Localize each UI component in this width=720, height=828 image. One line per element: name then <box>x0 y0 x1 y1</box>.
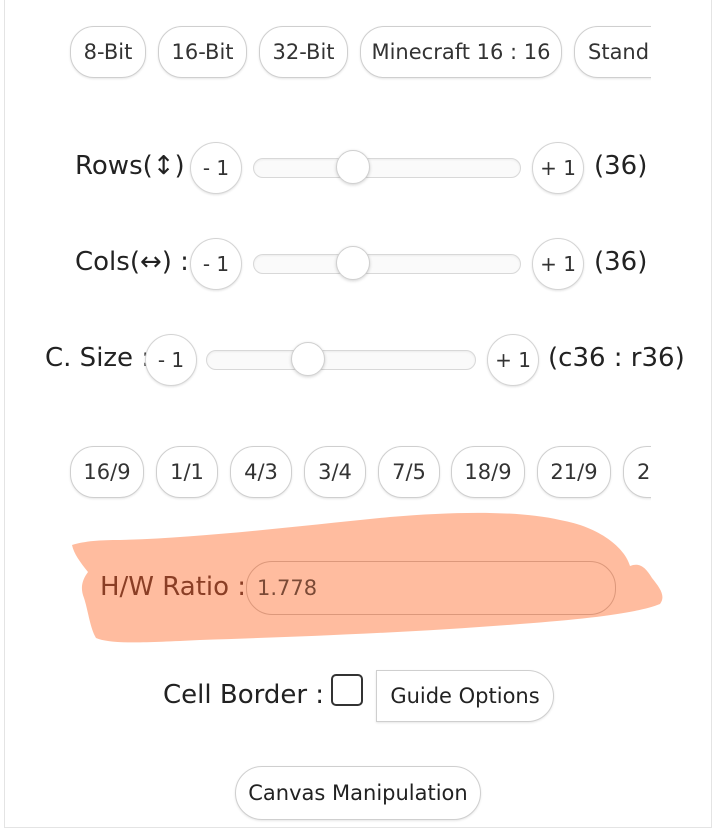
ratio-21-9-button[interactable]: 21/9 <box>537 446 611 498</box>
cols-plus-button[interactable]: + 1 <box>532 238 584 290</box>
preset-buttons-row[interactable]: 8-Bit 16-Bit 32-Bit Minecraft 16 : 16 St… <box>0 16 651 86</box>
rows-slider-thumb[interactable] <box>336 150 370 184</box>
cols-count: (36) <box>594 247 648 277</box>
ratio-16-9-button[interactable]: 16/9 <box>70 446 144 498</box>
cols-slider-thumb[interactable] <box>336 246 370 280</box>
ratio-label: 16/9 <box>83 459 131 484</box>
cell-size-minus-label: - 1 <box>157 348 185 372</box>
ratio-label: 2 <box>637 459 651 484</box>
rows-slider[interactable] <box>253 150 521 184</box>
preset-8bit-button[interactable]: 8-Bit <box>70 26 146 78</box>
ratio-label: 1/1 <box>170 459 204 484</box>
cell-size-plus-label: + 1 <box>495 348 531 372</box>
rows-minus-label: - 1 <box>202 156 230 180</box>
cell-size-plus-button[interactable]: + 1 <box>487 334 539 386</box>
ratio-1-1-button[interactable]: 1/1 <box>156 446 218 498</box>
rows-label: Rows(↕) : <box>75 151 202 181</box>
preset-standard-button[interactable]: Stand <box>574 26 651 78</box>
ratio-more-button[interactable]: 2 <box>623 446 651 498</box>
cols-minus-button[interactable]: - 1 <box>190 238 242 290</box>
preset-16bit-button[interactable]: 16-Bit <box>158 26 247 78</box>
cell-size-minus-button[interactable]: - 1 <box>145 334 197 386</box>
cell-size-label: C. Size : <box>45 343 151 373</box>
aspect-ratio-buttons-row[interactable]: 16/9 1/1 4/3 3/4 7/5 18/9 21/9 2 <box>0 436 651 506</box>
cell-size-count: (c36 : r36) <box>548 343 685 373</box>
guide-options-button[interactable]: Guide Options <box>376 670 554 722</box>
rows-plus-label: + 1 <box>540 156 576 180</box>
preset-minecraft-button[interactable]: Minecraft 16 : 16 <box>360 26 562 78</box>
ratio-4-3-button[interactable]: 4/3 <box>230 446 292 498</box>
canvas-manipulation-label: Canvas Manipulation <box>248 781 468 805</box>
ratio-label: 18/9 <box>464 459 512 484</box>
canvas-manipulation-button[interactable]: Canvas Manipulation <box>235 766 481 820</box>
rows-minus-button[interactable]: - 1 <box>190 142 242 194</box>
cols-plus-label: + 1 <box>540 252 576 276</box>
guide-options-label: Guide Options <box>390 684 540 708</box>
preset-32bit-button[interactable]: 32-Bit <box>259 26 348 78</box>
cell-size-slider[interactable] <box>206 342 476 376</box>
cols-minus-label: - 1 <box>202 252 230 276</box>
ratio-label: 4/3 <box>244 459 278 484</box>
ratio-label: 21/9 <box>550 459 598 484</box>
rows-plus-button[interactable]: + 1 <box>532 142 584 194</box>
ratio-18-9-button[interactable]: 18/9 <box>451 446 525 498</box>
cell-border-checkbox[interactable] <box>331 674 363 706</box>
ratio-3-4-button[interactable]: 3/4 <box>304 446 366 498</box>
ratio-7-5-button[interactable]: 7/5 <box>378 446 440 498</box>
cell-border-label: Cell Border : <box>163 680 325 710</box>
preset-label: Stand <box>588 39 650 64</box>
cols-label: Cols(↔) : <box>75 247 189 277</box>
preset-label: 16-Bit <box>171 39 234 64</box>
preset-label: Minecraft 16 : 16 <box>371 39 551 64</box>
rows-count: (36) <box>594 151 648 181</box>
hw-ratio-input[interactable]: 1.778 <box>246 561 616 615</box>
hw-ratio-value: 1.778 <box>257 576 318 600</box>
ratio-label: 3/4 <box>318 459 352 484</box>
preset-label: 8-Bit <box>83 39 133 64</box>
cols-slider[interactable] <box>253 246 521 280</box>
hw-ratio-label: H/W Ratio : <box>100 572 247 602</box>
ratio-label: 7/5 <box>392 459 426 484</box>
preset-label: 32-Bit <box>272 39 335 64</box>
cell-size-slider-thumb[interactable] <box>291 342 325 376</box>
